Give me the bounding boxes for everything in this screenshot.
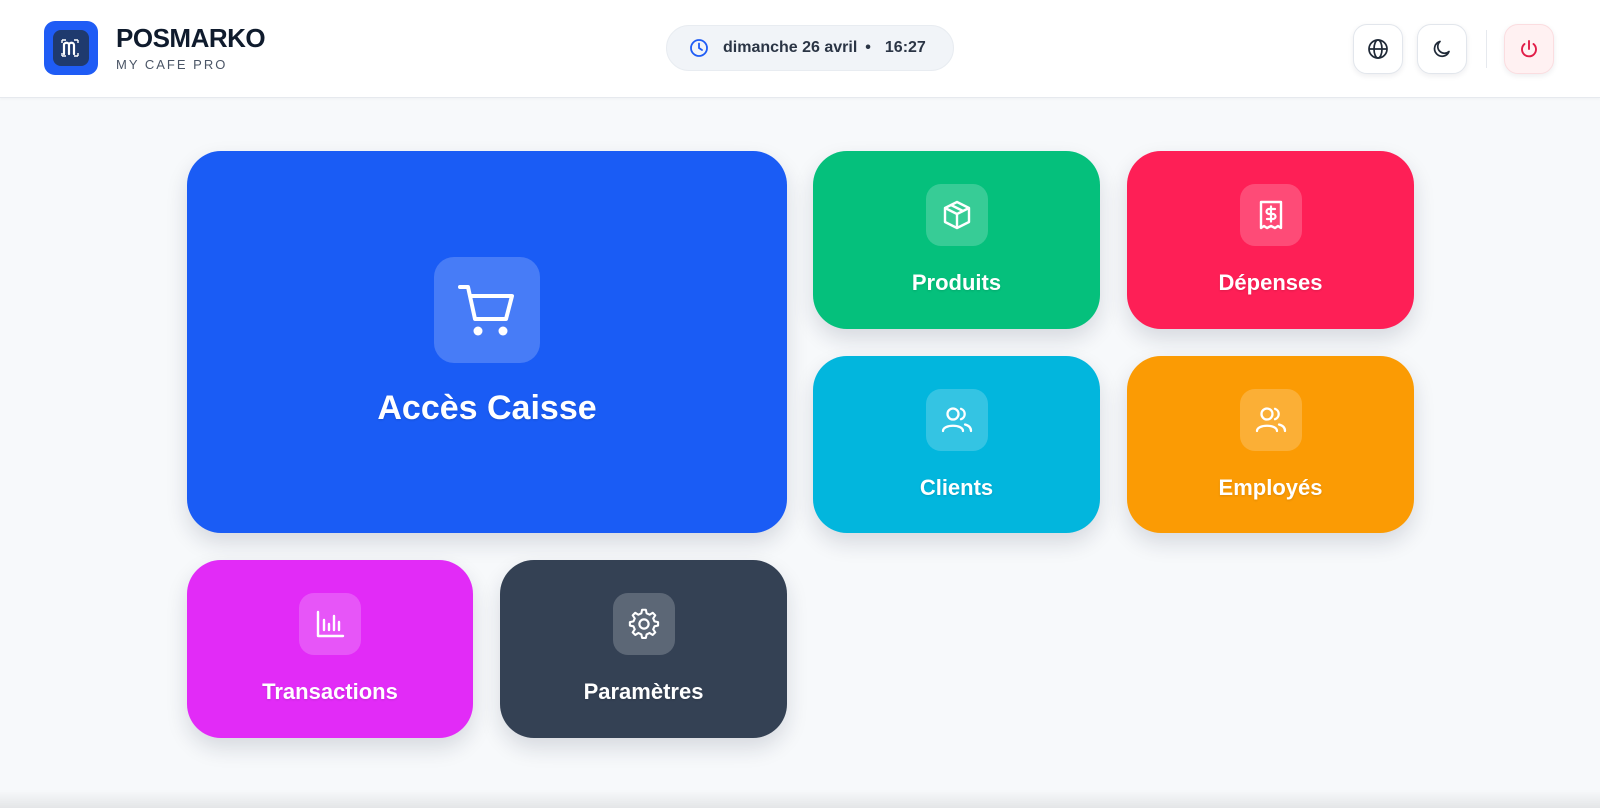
logout-button[interactable] — [1504, 24, 1554, 74]
tile-label: Employés — [1218, 474, 1323, 500]
tile-depenses[interactable]: Dépenses — [1127, 151, 1414, 329]
bottom-shadow — [0, 790, 1600, 808]
moon-icon — [1431, 38, 1453, 60]
bar-chart-icon — [299, 593, 361, 655]
users-icon — [925, 388, 988, 451]
time-text: 16:27 — [884, 39, 926, 56]
tile-label: Clients — [919, 474, 994, 500]
brand: POSMARKO MY CAFE PRO — [44, 21, 266, 75]
tile-label: Produits — [911, 270, 1002, 295]
date-text: dimanche 26 avril — [723, 39, 858, 56]
tile-label: Paramètres — [583, 679, 704, 704]
tile-label: Transactions — [262, 679, 398, 704]
date-separator: • — [865, 39, 871, 56]
tile-produits[interactable]: Produits — [813, 151, 1100, 329]
top-header: POSMARKO MY CAFE PRO dimanche 26 avril •… — [0, 0, 1600, 98]
tile-employes[interactable]: Employés — [1127, 356, 1414, 533]
tile-parametres[interactable]: Paramètres — [500, 560, 787, 738]
date-time-pill: dimanche 26 avril • 16:27 — [666, 25, 954, 71]
box-icon — [925, 184, 988, 246]
tile-label: Accès Caisse — [377, 388, 597, 427]
m-logo-icon — [53, 30, 89, 66]
dark-mode-button[interactable] — [1417, 24, 1467, 74]
cart-icon — [434, 256, 540, 363]
tile-transactions[interactable]: Transactions — [187, 560, 473, 738]
gear-icon — [612, 593, 675, 655]
brand-title: POSMARKO — [116, 23, 266, 53]
clock-icon — [689, 38, 709, 58]
users-icon — [1239, 388, 1302, 451]
globe-icon — [1367, 38, 1389, 60]
receipt-dollar-icon — [1239, 184, 1302, 246]
app-logo — [44, 21, 98, 75]
header-divider — [1486, 30, 1487, 68]
tile-acces-caisse[interactable]: Accès Caisse — [187, 151, 787, 533]
brand-subtitle: MY CAFE PRO — [116, 57, 228, 72]
tile-label: Dépenses — [1218, 270, 1323, 295]
tile-clients[interactable]: Clients — [813, 356, 1100, 533]
power-icon — [1518, 38, 1540, 60]
language-button[interactable] — [1353, 24, 1403, 74]
